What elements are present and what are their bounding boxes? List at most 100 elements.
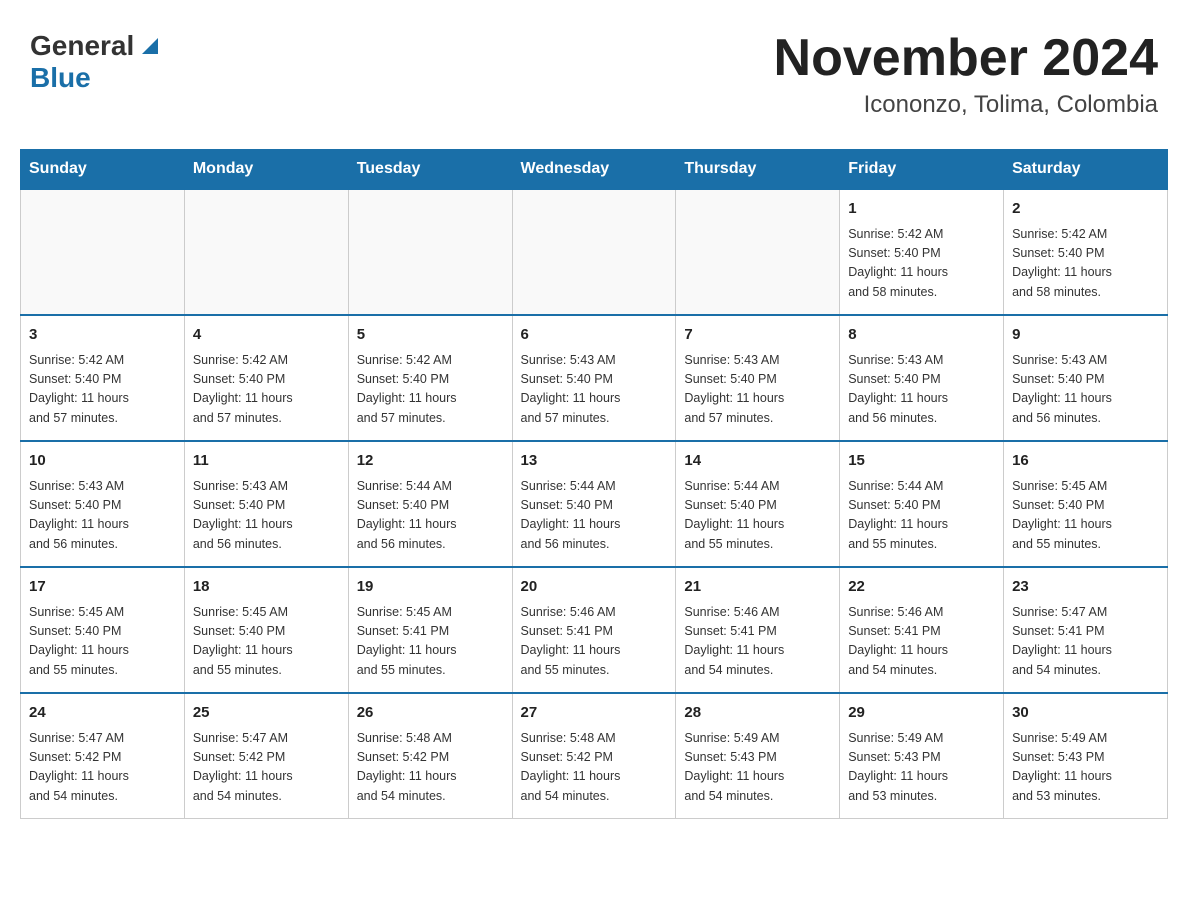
logo-general-text: General	[30, 30, 134, 62]
day-info: Sunrise: 5:46 AMSunset: 5:41 PMDaylight:…	[848, 603, 995, 681]
day-info: Sunrise: 5:43 AMSunset: 5:40 PMDaylight:…	[684, 351, 831, 429]
day-number: 5	[357, 324, 504, 347]
day-number: 16	[1012, 450, 1159, 473]
page-header: General Blue November 2024 Icononzo, Tol…	[20, 20, 1168, 129]
day-number: 26	[357, 702, 504, 725]
day-info: Sunrise: 5:43 AMSunset: 5:40 PMDaylight:…	[29, 477, 176, 555]
day-info: Sunrise: 5:49 AMSunset: 5:43 PMDaylight:…	[848, 729, 995, 807]
day-number: 22	[848, 576, 995, 599]
day-info: Sunrise: 5:46 AMSunset: 5:41 PMDaylight:…	[684, 603, 831, 681]
weekday-header-wednesday: Wednesday	[512, 150, 676, 190]
calendar-day-cell: 10 Sunrise: 5:43 AMSunset: 5:40 PMDayligh…	[21, 441, 185, 567]
calendar-title: November 2024	[774, 30, 1158, 87]
calendar-day-cell: 22 Sunrise: 5:46 AMSunset: 5:41 PMDayligh…	[840, 567, 1004, 693]
weekday-header-friday: Friday	[840, 150, 1004, 190]
weekday-header-sunday: Sunday	[21, 150, 185, 190]
day-number: 20	[521, 576, 668, 599]
calendar-day-cell: 8 Sunrise: 5:43 AMSunset: 5:40 PMDaylight…	[840, 315, 1004, 441]
day-info: Sunrise: 5:45 AMSunset: 5:40 PMDaylight:…	[29, 603, 176, 681]
calendar-day-cell: 16 Sunrise: 5:45 AMSunset: 5:40 PMDayligh…	[1004, 441, 1168, 567]
calendar-day-cell: 24Sunrise: 5:47 AMSunset: 5:42 PMDayligh…	[21, 693, 185, 819]
calendar-week-row: 17 Sunrise: 5:45 AMSunset: 5:40 PMDayligh…	[21, 567, 1168, 693]
day-info: Sunrise: 5:42 AMSunset: 5:40 PMDaylight:…	[193, 351, 340, 429]
day-number: 6	[521, 324, 668, 347]
day-info: Sunrise: 5:44 AMSunset: 5:40 PMDaylight:…	[684, 477, 831, 555]
day-info: Sunrise: 5:49 AMSunset: 5:43 PMDaylight:…	[1012, 729, 1159, 807]
calendar-day-cell: 14 Sunrise: 5:44 AMSunset: 5:40 PMDayligh…	[676, 441, 840, 567]
day-info: Sunrise: 5:46 AMSunset: 5:41 PMDaylight:…	[521, 603, 668, 681]
day-number: 1	[848, 198, 995, 221]
day-number: 14	[684, 450, 831, 473]
day-number: 30	[1012, 702, 1159, 725]
day-number: 12	[357, 450, 504, 473]
day-number: 29	[848, 702, 995, 725]
day-info: Sunrise: 5:45 AMSunset: 5:40 PMDaylight:…	[193, 603, 340, 681]
day-info: Sunrise: 5:44 AMSunset: 5:40 PMDaylight:…	[848, 477, 995, 555]
calendar-day-cell	[21, 189, 185, 315]
calendar-day-cell: 27 Sunrise: 5:48 AMSunset: 5:42 PMDayligh…	[512, 693, 676, 819]
day-info: Sunrise: 5:45 AMSunset: 5:40 PMDaylight:…	[1012, 477, 1159, 555]
calendar-day-cell	[348, 189, 512, 315]
day-info: Sunrise: 5:42 AMSunset: 5:40 PMDaylight:…	[1012, 225, 1159, 303]
day-info: Sunrise: 5:44 AMSunset: 5:40 PMDaylight:…	[357, 477, 504, 555]
calendar-day-cell: 17 Sunrise: 5:45 AMSunset: 5:40 PMDayligh…	[21, 567, 185, 693]
calendar-day-cell: 3Sunrise: 5:42 AMSunset: 5:40 PMDaylight…	[21, 315, 185, 441]
day-number: 4	[193, 324, 340, 347]
calendar-week-row: 1 Sunrise: 5:42 AMSunset: 5:40 PMDaylight…	[21, 189, 1168, 315]
calendar-day-cell	[184, 189, 348, 315]
calendar-day-cell: 30 Sunrise: 5:49 AMSunset: 5:43 PMDayligh…	[1004, 693, 1168, 819]
day-number: 2	[1012, 198, 1159, 221]
calendar-day-cell: 6 Sunrise: 5:43 AMSunset: 5:40 PMDaylight…	[512, 315, 676, 441]
calendar-day-cell: 5 Sunrise: 5:42 AMSunset: 5:40 PMDaylight…	[348, 315, 512, 441]
calendar-day-cell: 1 Sunrise: 5:42 AMSunset: 5:40 PMDaylight…	[840, 189, 1004, 315]
calendar-day-cell: 7 Sunrise: 5:43 AMSunset: 5:40 PMDaylight…	[676, 315, 840, 441]
day-info: Sunrise: 5:48 AMSunset: 5:42 PMDaylight:…	[357, 729, 504, 807]
day-number: 25	[193, 702, 340, 725]
calendar-table: SundayMondayTuesdayWednesdayThursdayFrid…	[20, 149, 1168, 819]
day-number: 21	[684, 576, 831, 599]
calendar-day-cell: 12 Sunrise: 5:44 AMSunset: 5:40 PMDayligh…	[348, 441, 512, 567]
calendar-day-cell: 19Sunrise: 5:45 AMSunset: 5:41 PMDayligh…	[348, 567, 512, 693]
day-info: Sunrise: 5:42 AMSunset: 5:40 PMDaylight:…	[357, 351, 504, 429]
calendar-day-cell: 23Sunrise: 5:47 AMSunset: 5:41 PMDayligh…	[1004, 567, 1168, 693]
day-info: Sunrise: 5:48 AMSunset: 5:42 PMDaylight:…	[521, 729, 668, 807]
calendar-day-cell	[676, 189, 840, 315]
day-number: 11	[193, 450, 340, 473]
day-number: 3	[29, 324, 176, 347]
day-number: 27	[521, 702, 668, 725]
calendar-day-cell	[512, 189, 676, 315]
day-info: Sunrise: 5:47 AMSunset: 5:42 PMDaylight:…	[29, 729, 176, 807]
logo-blue-text: Blue	[30, 62, 91, 93]
day-number: 23	[1012, 576, 1159, 599]
weekday-header-thursday: Thursday	[676, 150, 840, 190]
day-number: 28	[684, 702, 831, 725]
day-number: 15	[848, 450, 995, 473]
calendar-day-cell: 15 Sunrise: 5:44 AMSunset: 5:40 PMDayligh…	[840, 441, 1004, 567]
calendar-day-cell: 9Sunrise: 5:43 AMSunset: 5:40 PMDaylight…	[1004, 315, 1168, 441]
day-number: 18	[193, 576, 340, 599]
calendar-day-cell: 18 Sunrise: 5:45 AMSunset: 5:40 PMDayligh…	[184, 567, 348, 693]
calendar-week-row: 24Sunrise: 5:47 AMSunset: 5:42 PMDayligh…	[21, 693, 1168, 819]
day-number: 8	[848, 324, 995, 347]
calendar-day-cell: 4 Sunrise: 5:42 AMSunset: 5:40 PMDaylight…	[184, 315, 348, 441]
day-number: 7	[684, 324, 831, 347]
logo: General Blue	[30, 30, 158, 94]
calendar-day-cell: 25 Sunrise: 5:47 AMSunset: 5:42 PMDayligh…	[184, 693, 348, 819]
calendar-day-cell: 28 Sunrise: 5:49 AMSunset: 5:43 PMDayligh…	[676, 693, 840, 819]
day-number: 10	[29, 450, 176, 473]
day-info: Sunrise: 5:45 AMSunset: 5:41 PMDaylight:…	[357, 603, 504, 681]
day-number: 17	[29, 576, 176, 599]
calendar-day-cell: 29 Sunrise: 5:49 AMSunset: 5:43 PMDayligh…	[840, 693, 1004, 819]
day-info: Sunrise: 5:42 AMSunset: 5:40 PMDaylight:…	[848, 225, 995, 303]
calendar-day-cell: 20 Sunrise: 5:46 AMSunset: 5:41 PMDayligh…	[512, 567, 676, 693]
calendar-day-cell: 26 Sunrise: 5:48 AMSunset: 5:42 PMDayligh…	[348, 693, 512, 819]
day-info: Sunrise: 5:47 AMSunset: 5:42 PMDaylight:…	[193, 729, 340, 807]
title-block: November 2024 Icononzo, Tolima, Colombia	[774, 30, 1158, 119]
calendar-week-row: 3 Sunrise: 5:42 AMSunset: 5:40 PMDaylight…	[21, 315, 1168, 441]
calendar-day-cell: 13Sunrise: 5:44 AMSunset: 5:40 PMDayligh…	[512, 441, 676, 567]
day-info: Sunrise: 5:43 AMSunset: 5:40 PMDaylight:…	[521, 351, 668, 429]
day-number: 9	[1012, 324, 1159, 347]
day-info: Sunrise: 5:49 AMSunset: 5:43 PMDaylight:…	[684, 729, 831, 807]
day-info: Sunrise: 5:43 AMSunset: 5:40 PMDaylight:…	[848, 351, 995, 429]
calendar-subtitle: Icononzo, Tolima, Colombia	[774, 91, 1158, 119]
